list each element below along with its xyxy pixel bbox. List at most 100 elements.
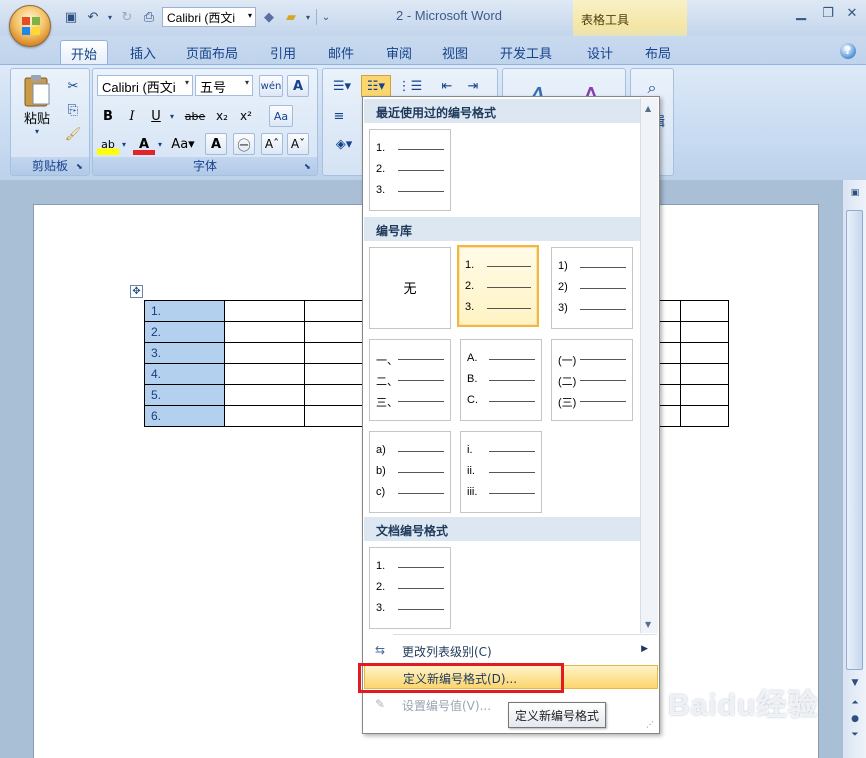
print-preview-icon[interactable]: ⎙ — [140, 8, 158, 26]
table-cell[interactable] — [680, 363, 729, 385]
library-format-tile[interactable]: A. B. C. — [460, 339, 542, 421]
clear-format-icon[interactable]: A — [287, 75, 309, 97]
next-page-icon[interactable]: ⏷ — [847, 730, 863, 744]
table-cell[interactable] — [224, 384, 305, 406]
document-format-tile[interactable]: 1. 2. 3. — [369, 547, 451, 629]
undo-icon[interactable]: ↶ — [84, 8, 102, 26]
table-cell-number[interactable]: 4. — [144, 363, 225, 385]
paste-button[interactable]: 粘贴 ▾ — [17, 73, 57, 137]
gallery-scroll-down-icon[interactable]: ▼ — [645, 620, 651, 629]
format-painter-icon[interactable]: 🖌 — [63, 123, 83, 145]
table-cell-number[interactable]: 6. — [144, 405, 225, 427]
numbering-none-tile[interactable]: 无 — [369, 247, 451, 329]
change-list-level-item[interactable]: ⇆ 更改列表级别(C) ▶ — [364, 639, 658, 663]
subscript-button[interactable]: x₂ — [211, 105, 233, 127]
highlight-icon[interactable]: ab — [97, 133, 119, 155]
cut-icon[interactable]: ✂ — [63, 75, 83, 97]
undo-dropdown-icon[interactable]: ▾ — [106, 8, 114, 26]
table-cell[interactable] — [224, 363, 305, 385]
table-move-handle-icon[interactable]: ✥ — [130, 285, 143, 298]
font-color-dropdown-icon[interactable]: ▾ — [155, 133, 165, 155]
table-cell[interactable] — [224, 321, 305, 343]
underline-dropdown-icon[interactable]: ▾ — [167, 105, 177, 127]
font-name-box[interactable]: Calibri (西文i ▾ — [97, 75, 193, 96]
library-format-tile[interactable]: a) b) c) — [369, 431, 451, 513]
redo-icon[interactable]: ↻ — [118, 8, 136, 26]
tab-insert[interactable]: 插入 — [120, 40, 166, 64]
change-case-icon[interactable]: Aa — [269, 105, 293, 127]
decrease-indent-icon[interactable]: ⇤ — [435, 75, 459, 97]
minimize-icon[interactable]: ▁ — [789, 6, 813, 24]
table-cell[interactable] — [224, 405, 305, 427]
customize-qat-icon[interactable]: ⌄ — [321, 8, 331, 26]
close-icon[interactable]: ✕ — [840, 6, 864, 24]
tab-home[interactable]: 开始 — [60, 40, 109, 64]
font-launcher-icon[interactable]: ⬊ — [304, 162, 314, 172]
library-format-tile[interactable]: i. ii. iii. — [460, 431, 542, 513]
grow-font-icon[interactable]: wén — [259, 75, 283, 97]
shading-icon[interactable]: ◈▾ — [329, 133, 359, 155]
gallery-scroll-up-icon[interactable]: ▲ — [645, 104, 651, 113]
clipboard-launcher-icon[interactable]: ⬊ — [76, 162, 86, 172]
tab-mailings[interactable]: 邮件 — [318, 40, 364, 64]
enclose-char-icon[interactable]: ㊀ — [233, 133, 255, 155]
table-cell[interactable] — [680, 405, 729, 427]
copy-icon[interactable]: ⎘ — [63, 99, 83, 121]
bold-button[interactable]: B — [97, 105, 119, 127]
highlight-dropdown-icon[interactable]: ▾ — [119, 133, 129, 155]
restore-icon[interactable]: ❐ — [816, 6, 840, 24]
vertical-scrollbar[interactable]: ▣ ▼ ⏶ ● ⏷ — [842, 180, 866, 758]
prev-page-icon[interactable]: ⏶ — [847, 698, 863, 712]
italic-button[interactable]: I — [121, 105, 143, 127]
folder-icon[interactable]: ▰ — [282, 8, 300, 26]
table-cell-number[interactable]: 2. — [144, 321, 225, 343]
shrink-font-size-icon[interactable]: Aˇ — [287, 133, 309, 155]
recent-format-tile[interactable]: 1. 2. 3. — [369, 129, 451, 211]
resize-grip-icon[interactable]: ⋰ — [646, 720, 654, 729]
char-shading-icon[interactable]: A — [205, 133, 227, 155]
font-size-box[interactable]: 五号 ▾ — [195, 75, 253, 96]
multilevel-list-icon[interactable]: ⋮☰ — [395, 75, 425, 97]
table-cell[interactable] — [680, 300, 729, 322]
strikethrough-button[interactable]: abe — [181, 105, 209, 127]
library-format-tile[interactable]: 1) 2) 3) — [551, 247, 633, 329]
table-cell[interactable] — [224, 300, 305, 322]
qat-font-name-box[interactable]: Calibri (西文i ▾ — [162, 7, 256, 27]
help-icon[interactable]: ? — [840, 43, 856, 59]
scrollbar-thumb[interactable] — [846, 210, 863, 670]
table-cell-number[interactable]: 5. — [144, 384, 225, 406]
table-cell[interactable] — [680, 342, 729, 364]
tab-references[interactable]: 引用 — [260, 40, 306, 64]
font-color-icon[interactable]: A — [133, 133, 155, 155]
folder-dropdown-icon[interactable]: ▾ — [304, 8, 312, 26]
library-format-tile[interactable]: 一、 二、 三、 — [369, 339, 451, 421]
scroll-down-icon[interactable]: ▼ — [847, 678, 863, 692]
tab-layout[interactable]: 布局 — [635, 40, 681, 64]
library-format-tile[interactable]: 1. 2. 3. — [457, 245, 539, 327]
ruler-toggle-icon[interactable]: ▣ — [847, 188, 863, 202]
increase-indent-icon[interactable]: ⇥ — [461, 75, 485, 97]
tab-developer[interactable]: 开发工具 — [490, 40, 562, 64]
superscript-button[interactable]: x² — [235, 105, 257, 127]
tab-review[interactable]: 审阅 — [376, 40, 422, 64]
table-cell[interactable] — [680, 321, 729, 343]
cube-icon[interactable]: ◆ — [260, 8, 278, 26]
browse-object-icon[interactable]: ● — [847, 714, 863, 728]
table-cell-number[interactable]: 1. — [144, 300, 225, 322]
tab-design[interactable]: 设计 — [577, 40, 623, 64]
change-case-button[interactable]: Aa▾ — [169, 133, 197, 155]
gallery-scrollbar[interactable]: ▲ ▼ — [640, 98, 658, 633]
table-cell[interactable] — [680, 384, 729, 406]
table-cell[interactable] — [224, 342, 305, 364]
library-format-tile[interactable]: (一) (二) (三) — [551, 339, 633, 421]
table-cell-number[interactable]: 3. — [144, 342, 225, 364]
bullets-icon[interactable]: ☰▾ — [327, 75, 357, 97]
underline-button[interactable]: U — [145, 105, 167, 127]
save-icon[interactable]: ▣ — [62, 8, 80, 26]
grow-font-size-icon[interactable]: Aˆ — [261, 133, 283, 155]
tab-view[interactable]: 视图 — [432, 40, 478, 64]
office-button[interactable] — [9, 5, 51, 47]
tab-page-layout[interactable]: 页面布局 — [176, 40, 248, 64]
numbering-icon[interactable]: ☷▾ — [361, 75, 391, 97]
align-left-icon[interactable]: ≡ — [327, 105, 351, 127]
